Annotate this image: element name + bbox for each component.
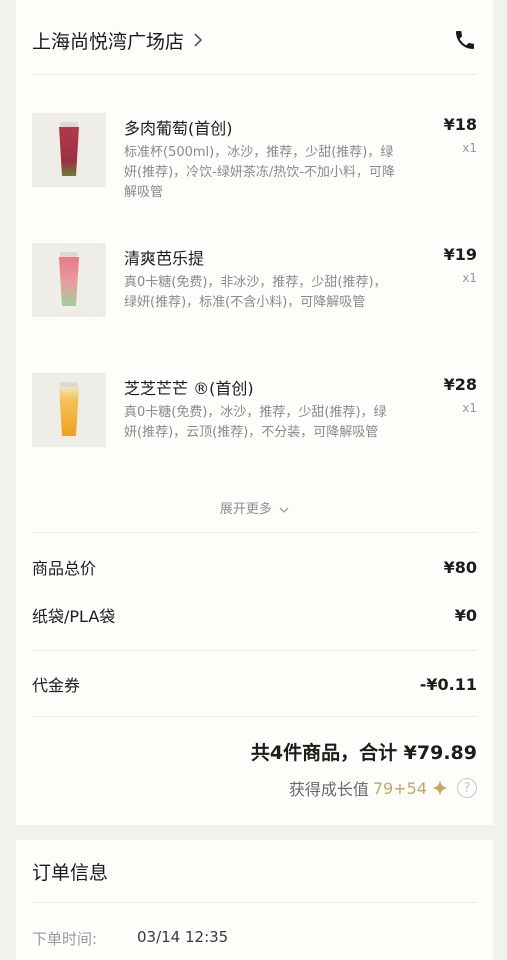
goods-total-row: 商品总价 ¥80 xyxy=(32,554,477,580)
divider xyxy=(32,902,477,903)
help-icon[interactable]: ? xyxy=(457,778,477,798)
expand-more-label: 展开更多 xyxy=(219,502,272,517)
item-options: 真0卡糖(免费)，冰沙，推荐，少甜(推荐)，绿妍(推荐)，云顶(推荐)，不分装，… xyxy=(124,405,387,440)
expand-more-button[interactable]: 展开更多 xyxy=(16,498,493,517)
growth-label: 获得成长值 xyxy=(288,780,369,799)
store-link[interactable]: 上海尚悦湾广场店 xyxy=(32,27,204,54)
item-options: 标准杯(500ml)，冰沙，推荐，少甜(推荐)，绿妍(推荐)，冷饮-绿妍茶冻/热… xyxy=(124,145,395,200)
sparkle-icon xyxy=(432,780,448,796)
coupon-value: -¥0.11 xyxy=(419,674,477,694)
coupon-row: 代金券 -¥0.11 xyxy=(32,671,477,697)
item-price: ¥19 xyxy=(443,245,477,264)
drink-image xyxy=(32,243,106,317)
item-options: 真0卡糖(免费)，非冰沙，推荐，少甜(推荐)，绿妍(推荐)，标准(不含小料)，可… xyxy=(124,275,387,310)
list-item[interactable]: 芝芝芒芒 ®(首创) 真0卡糖(免费)，冰沙，推荐，少甜(推荐)，绿妍(推荐)，… xyxy=(32,373,477,483)
order-time-value: 03/14 12:35 xyxy=(137,928,229,946)
store-header[interactable]: 上海尚悦湾广场店 xyxy=(32,22,477,58)
growth-value: 79+54 xyxy=(372,778,427,798)
store-name: 上海尚悦湾广场店 xyxy=(32,30,185,53)
goods-total-value: ¥80 xyxy=(443,557,477,577)
divider xyxy=(32,74,477,75)
divider xyxy=(32,532,477,533)
coupon-label: 代金券 xyxy=(32,676,81,695)
goods-total-label: 商品总价 xyxy=(32,559,97,578)
drink-image xyxy=(32,113,106,187)
growth-points-row: 获得成长值 79+54 ? xyxy=(289,776,477,800)
bag-fee-value: ¥0 xyxy=(454,605,477,625)
item-name: 清爽芭乐提 xyxy=(124,249,205,268)
chevron-right-icon xyxy=(194,33,203,47)
item-price: ¥28 xyxy=(443,375,477,394)
list-item[interactable]: 多肉葡萄(首创) 标准杯(500ml)，冰沙，推荐，少甜(推荐)，绿妍(推荐)，… xyxy=(32,113,477,223)
item-price: ¥18 xyxy=(443,115,477,134)
list-item[interactable]: 清爽芭乐提 真0卡糖(免费)，非冰沙，推荐，少甜(推荐)，绿妍(推荐)，标准(不… xyxy=(32,243,477,353)
drink-cup-icon xyxy=(59,252,79,306)
chevron-down-icon xyxy=(279,507,289,513)
item-quantity: x1 xyxy=(462,271,477,285)
drink-cup-icon xyxy=(59,382,79,436)
drink-image xyxy=(32,373,106,447)
drink-cup-icon xyxy=(59,122,79,176)
divider xyxy=(32,716,477,717)
divider xyxy=(32,650,477,651)
bag-fee-label: 纸袋/PLA袋 xyxy=(32,607,116,626)
phone-icon[interactable] xyxy=(453,28,477,52)
item-name: 芝芝芒芒 ®(首创) xyxy=(124,379,254,398)
order-detail-card: 上海尚悦湾广场店 多肉葡萄(首创) 标准杯(500ml)，冰沙，推荐，少甜(推荐… xyxy=(16,0,493,825)
bag-fee-row: 纸袋/PLA袋 ¥0 xyxy=(32,602,477,628)
item-name: 多肉葡萄(首创) xyxy=(124,119,233,138)
order-info-card: 订单信息 下单时间: 03/14 12:35 xyxy=(16,840,493,960)
order-time-label: 下单时间: xyxy=(32,930,98,948)
order-info-title: 订单信息 xyxy=(32,862,109,884)
item-quantity: x1 xyxy=(462,141,477,155)
item-quantity: x1 xyxy=(462,401,477,415)
order-total: 共4件商品，合计 ¥79.89 xyxy=(250,742,477,764)
